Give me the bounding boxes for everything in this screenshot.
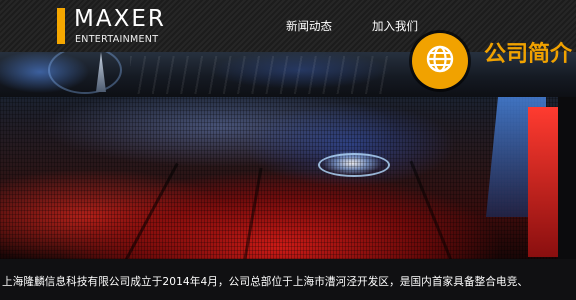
- arena-crowd-texture: [0, 97, 576, 259]
- arena-photo: [0, 97, 576, 259]
- globe-icon: [426, 45, 454, 73]
- nav-item-join-us[interactable]: 加入我们: [372, 19, 418, 33]
- brand-logo[interactable]: MAXER ENTERTAINMENT: [57, 6, 217, 46]
- intro-text: 上海隆麟信息科技有限公司成立于2014年4月，公司总部位于上海市漕河泾开发区，是…: [2, 276, 529, 288]
- banner-ring-light: [48, 52, 122, 94]
- logo-accent-bar: [57, 8, 65, 44]
- brand-subtitle: ENTERTAINMENT: [75, 34, 159, 45]
- stage-ring: [318, 153, 390, 177]
- brand-name: MAXER: [74, 6, 166, 32]
- company-badge: [412, 33, 468, 89]
- section-title: 公司简介: [484, 42, 573, 67]
- stage-red-lights: [528, 107, 558, 257]
- photo-edge: [558, 97, 576, 259]
- nav-item-news[interactable]: 新闻动态: [286, 19, 332, 33]
- banner-roof-ribs: [130, 56, 390, 94]
- intro-section: 上海隆麟信息科技有限公司成立于2014年4月，公司总部位于上海市漕河泾开发区，是…: [0, 259, 576, 300]
